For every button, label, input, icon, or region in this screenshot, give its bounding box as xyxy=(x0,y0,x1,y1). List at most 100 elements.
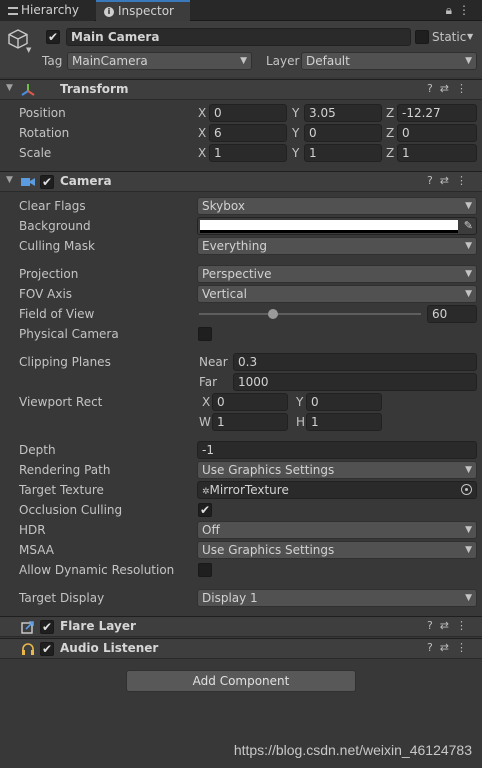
help-icon[interactable]: ? xyxy=(427,641,440,654)
static-label: Static xyxy=(432,30,467,44)
dynamic-resolution-label: Allow Dynamic Resolution xyxy=(19,563,175,577)
menu-icon[interactable]: ⋮ xyxy=(456,641,474,654)
menu-icon[interactable]: ⋮ xyxy=(456,174,474,187)
foldout-arrow-icon[interactable]: ▼ xyxy=(6,83,13,93)
clear-flags-value: Skybox xyxy=(202,199,245,213)
axis-z-label: Z xyxy=(386,146,395,160)
menu-icon[interactable]: ⋮ xyxy=(458,3,476,17)
menu-icon[interactable]: ⋮ xyxy=(456,82,474,95)
rotation-x-field[interactable]: 6 xyxy=(209,124,287,142)
eyedropper-icon[interactable]: ✎ xyxy=(464,219,473,232)
foldout-arrow-icon[interactable]: ▼ xyxy=(6,175,13,185)
tab-hierarchy[interactable]: Hierarchy xyxy=(0,0,94,21)
transform-title: Transform xyxy=(60,82,129,96)
chevron-down-icon: ▼ xyxy=(465,241,472,251)
target-display-dropdown[interactable]: Display 1 ▼ xyxy=(197,589,477,607)
object-header: ▼ ✔ Main Camera Static ▼ Tag MainCamera ▼… xyxy=(0,21,482,77)
physical-camera-checkbox[interactable] xyxy=(198,327,212,341)
rendering-path-dropdown[interactable]: Use Graphics Settings ▼ xyxy=(197,461,477,479)
far-field[interactable]: 1000 xyxy=(233,373,477,391)
dynamic-resolution-checkbox[interactable] xyxy=(198,563,212,577)
chevron-down-icon: ▼ xyxy=(465,289,472,299)
audio-listener-header[interactable]: ✔ Audio Listener ?⇄⋮ xyxy=(0,638,482,659)
preset-icon[interactable]: ⇄ xyxy=(440,82,456,95)
hdr-dropdown[interactable]: Off ▼ xyxy=(197,521,477,539)
vp-w-field[interactable]: 1 xyxy=(212,413,288,431)
help-icon[interactable]: ? xyxy=(427,82,440,95)
tag-label: Tag xyxy=(42,54,63,68)
scale-z-field[interactable]: 1 xyxy=(397,144,477,162)
tag-dropdown[interactable]: MainCamera ▼ xyxy=(67,52,252,70)
preset-icon[interactable]: ⇄ xyxy=(440,174,456,187)
object-name-field[interactable]: Main Camera xyxy=(66,28,411,46)
vp-y-label: Y xyxy=(296,395,304,409)
far-label: Far xyxy=(199,375,218,389)
fov-axis-dropdown[interactable]: Vertical ▼ xyxy=(197,285,477,303)
scale-x-field[interactable]: 1 xyxy=(209,144,287,162)
near-label: Near xyxy=(199,355,228,369)
lock-icon[interactable]: 🔒︎ xyxy=(446,3,458,17)
camera-enabled-checkbox[interactable]: ✔ xyxy=(40,175,54,189)
depth-label: Depth xyxy=(19,443,56,457)
flare-layer-header[interactable]: ✔ Flare Layer ?⇄⋮ xyxy=(0,616,482,637)
scale-y-field[interactable]: 1 xyxy=(304,144,382,162)
target-display-value: Display 1 xyxy=(202,591,258,605)
static-dropdown-arrow[interactable]: ▼ xyxy=(467,32,473,41)
background-color-field[interactable]: ✎ xyxy=(197,217,477,235)
position-y-field[interactable]: 3.05 xyxy=(304,104,382,122)
tab-controls: 🔒︎⋮ xyxy=(446,0,476,21)
axis-y-label: Y xyxy=(292,146,300,160)
transform-icon xyxy=(21,84,35,96)
layer-value: Default xyxy=(306,54,350,68)
render-texture-icon: ✲ xyxy=(202,487,210,497)
culling-mask-dropdown[interactable]: Everything ▼ xyxy=(197,237,477,255)
projection-dropdown[interactable]: Perspective ▼ xyxy=(197,265,477,283)
active-checkbox[interactable]: ✔ xyxy=(46,30,60,44)
occlusion-culling-checkbox[interactable]: ✔ xyxy=(198,503,212,517)
vp-y-field[interactable]: 0 xyxy=(306,393,382,411)
menu-icon[interactable]: ⋮ xyxy=(456,619,474,632)
preset-icon[interactable]: ⇄ xyxy=(440,641,456,654)
static-checkbox[interactable] xyxy=(415,30,429,44)
target-texture-label: Target Texture xyxy=(19,483,104,497)
fov-axis-label: FOV Axis xyxy=(19,287,73,301)
clipping-planes-label: Clipping Planes xyxy=(19,355,111,369)
fov-slider-track[interactable] xyxy=(199,313,421,315)
audio-listener-checkbox[interactable]: ✔ xyxy=(40,642,54,656)
rotation-y-field[interactable]: 0 xyxy=(304,124,382,142)
layer-dropdown[interactable]: Default ▼ xyxy=(301,52,477,70)
target-texture-field[interactable]: ✲MirrorTexture xyxy=(197,481,477,499)
info-icon: i xyxy=(104,6,114,17)
vp-x-field[interactable]: 0 xyxy=(212,393,288,411)
vp-h-field[interactable]: 1 xyxy=(306,413,382,431)
component-controls: ?⇄⋮ xyxy=(427,82,474,95)
msaa-value: Use Graphics Settings xyxy=(202,543,335,557)
transform-header[interactable]: ▼ Transform ?⇄⋮ xyxy=(0,79,482,100)
msaa-dropdown[interactable]: Use Graphics Settings ▼ xyxy=(197,541,477,559)
vp-w-label: W xyxy=(199,415,211,429)
rotation-z-field[interactable]: 0 xyxy=(397,124,477,142)
preset-icon[interactable]: ⇄ xyxy=(440,619,456,632)
axis-y-label: Y xyxy=(292,106,300,120)
position-z-field[interactable]: -12.27 xyxy=(397,104,477,122)
component-controls: ?⇄⋮ xyxy=(427,619,474,632)
object-picker-icon[interactable] xyxy=(461,484,472,495)
clear-flags-dropdown[interactable]: Skybox ▼ xyxy=(197,197,477,215)
fov-field[interactable]: 60 xyxy=(427,305,477,323)
icon-dropdown-arrow[interactable]: ▼ xyxy=(26,46,31,54)
depth-field[interactable]: -1 xyxy=(197,441,477,459)
help-icon[interactable]: ? xyxy=(427,619,440,632)
position-x-field[interactable]: 0 xyxy=(209,104,287,122)
tab-bar: Hierarchy i Inspector 🔒︎⋮ xyxy=(0,0,482,21)
camera-header[interactable]: ▼ ✔ Camera ?⇄⋮ xyxy=(0,171,482,192)
tab-inspector[interactable]: i Inspector xyxy=(96,0,190,21)
audio-icon xyxy=(22,643,34,655)
axis-z-label: Z xyxy=(386,106,395,120)
chevron-down-icon: ▼ xyxy=(465,56,472,66)
camera-icon xyxy=(21,178,35,186)
fov-slider-thumb[interactable] xyxy=(268,309,278,319)
help-icon[interactable]: ? xyxy=(427,174,440,187)
near-field[interactable]: 0.3 xyxy=(233,353,477,371)
flare-layer-checkbox[interactable]: ✔ xyxy=(40,620,54,634)
add-component-button[interactable]: Add Component xyxy=(126,670,356,692)
